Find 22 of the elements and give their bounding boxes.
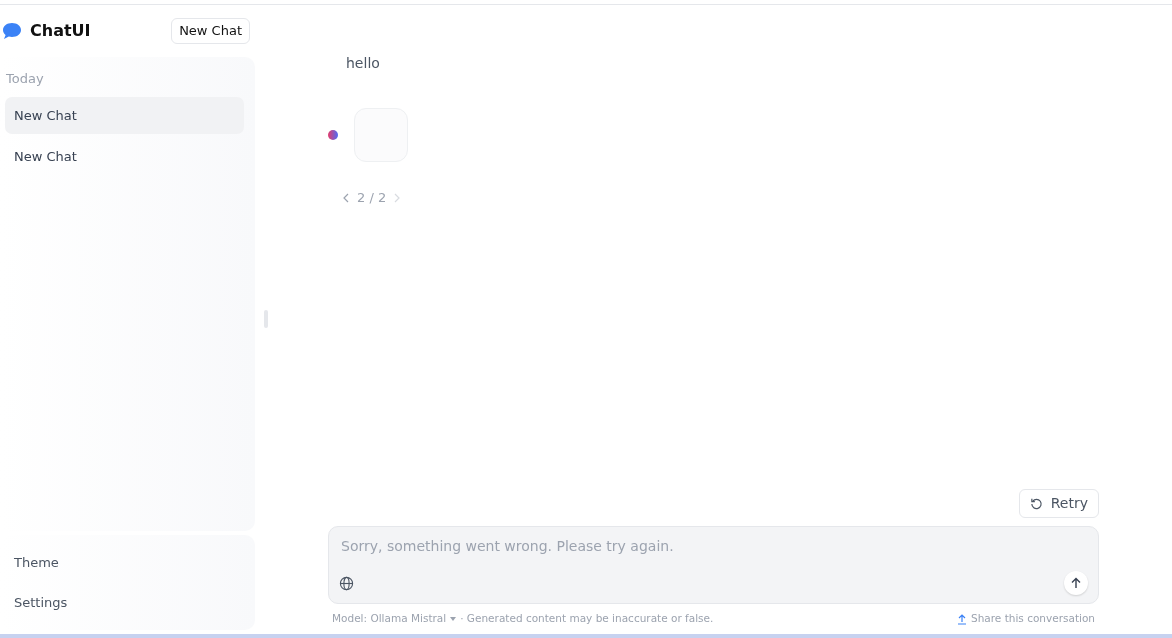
- message-input[interactable]: Sorry, something went wrong. Please try again.: [339, 535, 1088, 559]
- retry-button[interactable]: Retry: [1018, 489, 1099, 519]
- page-counter: 2 / 2: [357, 189, 387, 207]
- chevron-left-icon[interactable]: [342, 192, 349, 203]
- user-message: hello: [346, 54, 381, 73]
- caret-icon[interactable]: [450, 617, 457, 622]
- app-logo: ChatUI: [30, 20, 91, 42]
- sidebar-menu-item[interactable]: Theme: [0, 543, 255, 583]
- disclaimer-text: · Generated content may be inaccurate or false.: [460, 611, 714, 627]
- chat-list-item[interactable]: New Chat: [5, 96, 244, 134]
- send-button[interactable]: [1064, 571, 1088, 596]
- globe-icon[interactable]: [339, 575, 354, 591]
- retry-icon: [1029, 497, 1043, 511]
- chat-bubble-icon: [2, 22, 22, 40]
- chat-list-item[interactable]: New Chat: [5, 138, 244, 176]
- sidebar-menu-item[interactable]: Settings: [0, 582, 255, 622]
- group-label: Today: [5, 70, 45, 88]
- assistant-avatar: [328, 130, 338, 140]
- upload-icon[interactable]: [957, 613, 967, 625]
- message-composer[interactable]: Sorry, something went wrong. Please try again.: [328, 526, 1099, 605]
- arrow-up-icon: [1070, 577, 1082, 590]
- new-chat-button[interactable]: New Chat: [171, 18, 250, 44]
